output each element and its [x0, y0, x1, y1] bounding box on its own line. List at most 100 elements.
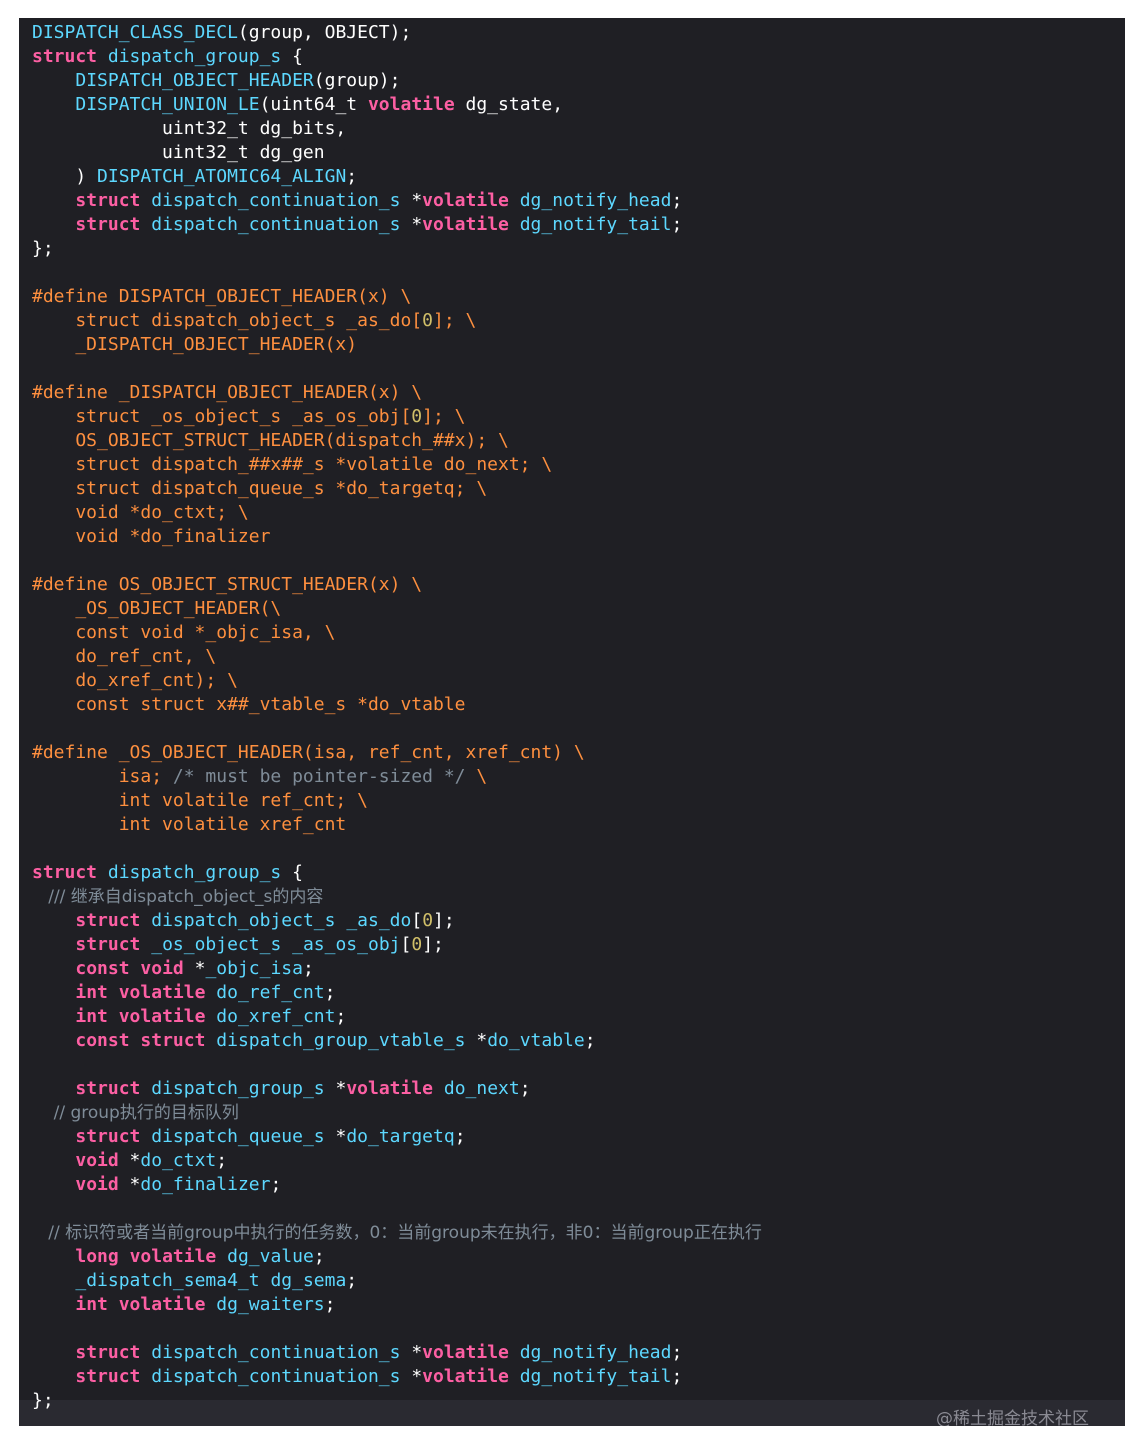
code-token: _os_object_s: [151, 934, 282, 955]
code-token: struct: [75, 910, 141, 931]
code-token: (uint64_t: [259, 94, 368, 115]
code-line: struct dispatch_group_s {: [32, 861, 303, 885]
code-line: void *do_finalizer;: [32, 1173, 281, 1197]
code-token: dg_notify_head: [519, 1342, 672, 1363]
code-token: dispatch_continuation_s: [151, 1366, 401, 1387]
code-token: dg_notify_tail: [519, 214, 672, 235]
code-token: /// 继承自dispatch_object_s的内容: [32, 887, 324, 907]
code-line: int volatile ref_cnt; \: [32, 789, 368, 813]
code-token: volatile: [367, 94, 455, 115]
code-token: ]; \: [422, 406, 466, 427]
watermark: @稀土掘金技术社区: [936, 1409, 1089, 1426]
code-token: do_next: [443, 1078, 520, 1099]
code-token: uint32_t dg_gen: [32, 142, 325, 163]
code-token: [: [400, 934, 412, 955]
code-token: void: [75, 1174, 119, 1195]
code-token: ]; \: [432, 310, 477, 331]
code-token: void *do_finalizer: [32, 526, 271, 547]
code-token: *: [465, 1030, 488, 1051]
code-token: // 标识符或者当前group中执行的任务数，0：当前group未在执行，非0：…: [32, 1223, 762, 1243]
code-token: ;: [346, 166, 358, 187]
code-line: int volatile do_xref_cnt;: [32, 1005, 346, 1029]
code-token: #define OS_OBJECT_STRUCT_HEADER(x) \: [32, 574, 423, 595]
code-token: volatile: [118, 1006, 206, 1027]
code-token: *: [400, 190, 423, 211]
code-token: do_xref_cnt: [216, 1006, 336, 1027]
code-token: ;: [324, 982, 336, 1003]
code-token: ;: [324, 1294, 336, 1315]
code-token: ): [32, 166, 98, 187]
code-token: {: [281, 862, 303, 883]
code-token: dispatch_continuation_s: [151, 190, 401, 211]
code-token: dg_waiters: [216, 1294, 325, 1315]
code-token: do_ref_cnt: [216, 982, 325, 1003]
code-line: struct dispatch_continuation_s *volatile…: [32, 213, 682, 237]
code-token: uint32_t dg_bits,: [32, 118, 347, 139]
code-token: do_vtable: [487, 1030, 585, 1051]
code-token: _objc_isa: [205, 958, 303, 979]
code-token: *: [400, 1342, 423, 1363]
code-line: uint32_t dg_gen: [32, 141, 325, 165]
code-token: ;: [216, 1150, 228, 1171]
code-token: (group, OBJECT);: [237, 22, 412, 43]
code-token: dg_state,: [454, 94, 564, 115]
code-token: ;: [584, 1030, 596, 1051]
code-token: dg_sema: [270, 1270, 347, 1291]
code-line: struct dispatch_object_s _as_do[0]; \: [32, 309, 476, 333]
code-token: ];: [433, 910, 455, 931]
code-token: dispatch_continuation_s: [151, 214, 401, 235]
code-line: // group执行的目标队列: [32, 1101, 239, 1125]
code-token: volatile: [129, 1246, 217, 1267]
code-token: isa;: [32, 766, 173, 787]
code-token: ;: [671, 1342, 683, 1363]
code-token: volatile: [422, 214, 509, 235]
code-line: struct dispatch_##x##_s *volatile do_nex…: [32, 453, 552, 477]
code-token: struct _os_object_s _as_os_obj[: [32, 406, 412, 427]
code-line: struct dispatch_queue_s *do_targetq; \: [32, 477, 487, 501]
code-token: const: [75, 1030, 130, 1051]
code-line: struct dispatch_continuation_s *volatile…: [32, 189, 682, 213]
code-token: struct: [75, 1366, 141, 1387]
code-token: *: [118, 1174, 141, 1195]
code-line: #define OS_OBJECT_STRUCT_HEADER(x) \: [32, 573, 422, 597]
code-line: void *do_finalizer: [32, 525, 270, 549]
code-token: dispatch_group_s: [107, 46, 282, 67]
code-line: const void *_objc_isa;: [32, 957, 313, 981]
code-token: };: [32, 238, 54, 259]
code-line: };: [32, 1389, 54, 1413]
code-token: long: [75, 1246, 119, 1267]
code-line: struct dispatch_queue_s *do_targetq;: [32, 1125, 465, 1149]
code-token: dispatch_queue_s: [151, 1126, 325, 1147]
code-token: do_finalizer: [140, 1174, 271, 1195]
code-token: OS_OBJECT_STRUCT_HEADER(dispatch_##x); \: [32, 430, 509, 451]
code-token: int: [75, 982, 108, 1003]
code-token: void: [75, 1150, 119, 1171]
code-token: ;: [335, 1006, 347, 1027]
code-token: volatile: [422, 190, 509, 211]
code-token: *: [324, 1078, 347, 1099]
code-token: struct: [32, 862, 98, 883]
code-token: int: [75, 1294, 108, 1315]
code-token: #define _OS_OBJECT_HEADER(isa, ref_cnt, …: [32, 742, 585, 763]
